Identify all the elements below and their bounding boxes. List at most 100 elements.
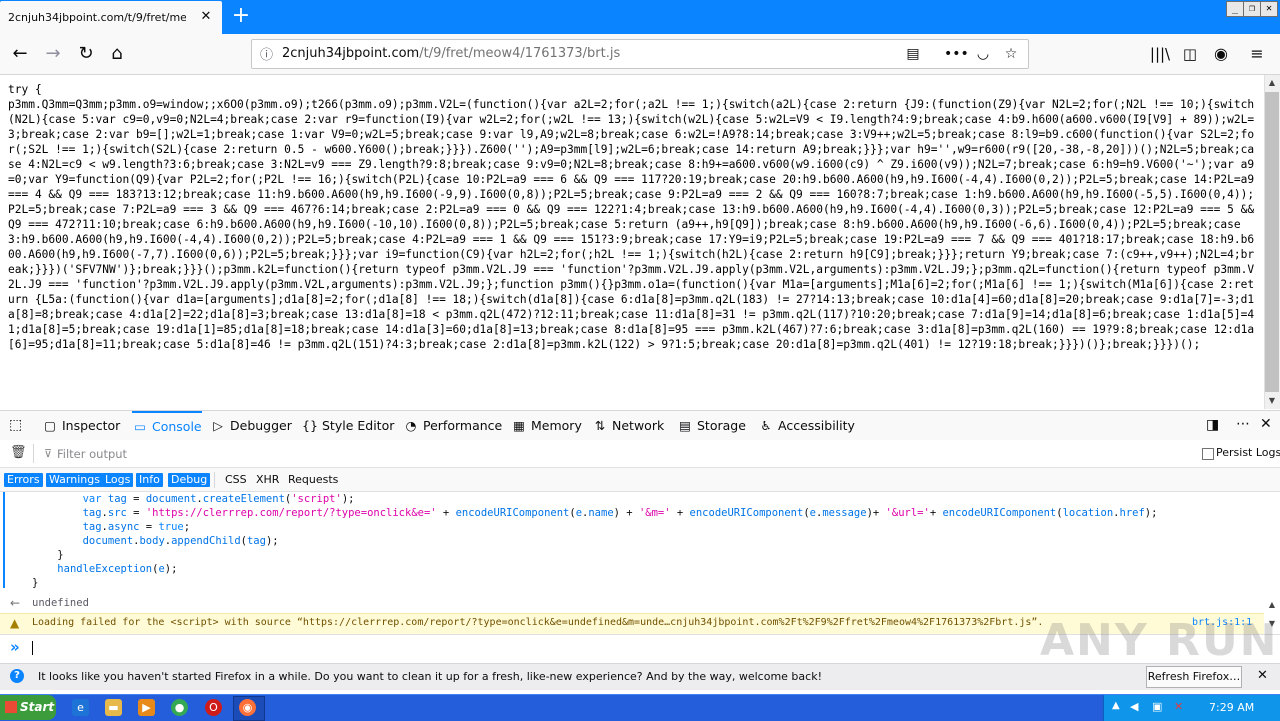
- persist-logs-checkbox[interactable]: [1202, 448, 1214, 460]
- tab-label: Memory: [531, 418, 582, 433]
- notification-close-icon[interactable]: ✕: [1257, 668, 1268, 683]
- tab-style-editor[interactable]: {} Style Editor: [302, 411, 394, 440]
- tab-close-icon[interactable]: ✕: [196, 7, 216, 27]
- devtools-close-icon[interactable]: ✕: [1260, 416, 1272, 432]
- pick-element-icon[interactable]: ⬚: [9, 417, 22, 433]
- url-text[interactable]: 2cnjuh34jbpoint.com/t/9/fret/meow4/17613…: [282, 46, 620, 61]
- account-icon[interactable]: ◉: [1207, 40, 1235, 68]
- ie-icon[interactable]: e: [72, 699, 89, 716]
- filter-icon: ⊽: [44, 447, 53, 460]
- filter-errors-button[interactable]: Errors: [4, 473, 43, 487]
- console-category-row: Errors Warnings Logs Info Debug CSS XHR …: [0, 468, 1280, 492]
- browser-tab[interactable]: 2cnjuh34jbpoint.com/t/9/fret/meow4/1 ✕: [0, 1, 222, 34]
- bookmark-star-icon[interactable]: ☆: [1001, 44, 1021, 64]
- devtools-options-icon[interactable]: ⋯: [1236, 416, 1250, 432]
- scroll-down-icon[interactable]: ▼: [1264, 393, 1280, 409]
- forward-arrow-icon[interactable]: →: [39, 40, 67, 68]
- anyrun-watermark: ANY RUN: [1040, 615, 1279, 666]
- scroll-up-icon[interactable]: ▲: [1264, 75, 1280, 91]
- console-filter-row: 🗑 ⊽ Filter output Persist Logs: [0, 440, 1280, 468]
- trash-icon[interactable]: 🗑: [10, 445, 27, 460]
- window-close-button[interactable]: ✕: [1260, 1, 1278, 17]
- storage-icon: ▤: [679, 418, 691, 433]
- filter-requests-button[interactable]: Requests: [285, 473, 341, 487]
- tab-label: Style Editor: [322, 418, 395, 433]
- sidebar-icon[interactable]: ◫: [1176, 40, 1204, 68]
- console-input-caret[interactable]: [32, 641, 33, 655]
- warning-icon: ▲: [10, 616, 20, 630]
- tab-console[interactable]: ▭ Console: [132, 411, 202, 440]
- divider: [214, 472, 215, 488]
- divider: [33, 444, 34, 463]
- system-tray: ▲ ◀ ▣ ✕ 7:29 AM: [1103, 695, 1280, 721]
- reader-view-icon[interactable]: ▤: [903, 44, 923, 64]
- filter-info-button[interactable]: Info: [136, 473, 163, 487]
- tab-storage[interactable]: ▤ Storage: [677, 411, 746, 440]
- network-tray-icon[interactable]: ▣: [1152, 700, 1162, 713]
- tab-label: Accessibility: [778, 418, 855, 433]
- volume-icon[interactable]: ◀: [1130, 700, 1138, 713]
- filter-warnings-button[interactable]: Warnings: [46, 473, 103, 487]
- site-info-icon[interactable]: ⓘ: [260, 44, 273, 63]
- network-icon: ⇅: [594, 418, 606, 433]
- filter-xhr-button[interactable]: XHR: [253, 473, 282, 487]
- tab-performance[interactable]: ◔ Performance: [403, 411, 503, 440]
- page-scrollbar-thumb[interactable]: [1265, 92, 1279, 392]
- console-icon: ▭: [134, 419, 146, 434]
- console-result-undefined: undefined: [32, 597, 89, 609]
- start-label: Start: [20, 700, 55, 714]
- filter-logs-button[interactable]: Logs: [102, 473, 134, 487]
- windows-taskbar: Start e ▬ ▶ ● O ◉ ▲ ◀ ▣ ✕ 7:29 AM: [0, 694, 1280, 721]
- tab-label: Debugger: [230, 418, 292, 433]
- tab-label: Network: [612, 418, 665, 433]
- pocket-icon[interactable]: ◡: [973, 44, 993, 64]
- tab-title: 2cnjuh34jbpoint.com/t/9/fret/meow4/1: [8, 11, 186, 24]
- library-icon[interactable]: |||\: [1146, 40, 1174, 68]
- url-bar[interactable]: ⓘ 2cnjuh34jbpoint.com/t/9/fret/meow4/176…: [251, 39, 1029, 69]
- reload-icon[interactable]: ↻: [72, 40, 100, 68]
- tray-expand-icon[interactable]: ▲: [1112, 700, 1120, 711]
- back-arrow-icon[interactable]: ←: [6, 40, 34, 68]
- filter-css-button[interactable]: CSS: [222, 473, 250, 487]
- notification-bar: ? It looks like you haven't started Fire…: [0, 663, 1280, 690]
- new-tab-button[interactable]: +: [229, 4, 253, 28]
- page-actions-icon[interactable]: •••: [944, 44, 969, 64]
- maximize-button[interactable]: ❐: [1243, 1, 1261, 17]
- console-output: var tag = document.createElement('script…: [0, 492, 1280, 632]
- home-icon[interactable]: ⌂: [103, 40, 131, 68]
- chrome-icon[interactable]: ●: [171, 699, 188, 716]
- devtools-toolbar: ⬚ ▢ Inspector ▭ Console ▷ Debugger {} Style …: [0, 410, 1280, 441]
- console-code-entry: var tag = document.createElement('script…: [32, 493, 1158, 589]
- minimize-button[interactable]: _: [1226, 1, 1244, 17]
- inspector-icon: ▢: [44, 418, 56, 433]
- script-source-text: try { p3mm.Q3mm=Q3mm;p3mm.o9=window;;x6O…: [8, 83, 1255, 351]
- tab-inspector[interactable]: ▢ Inspector: [42, 411, 120, 440]
- security-alert-icon[interactable]: ✕: [1174, 700, 1183, 713]
- style-editor-icon: {}: [302, 418, 318, 433]
- filter-input[interactable]: Filter output: [57, 447, 127, 461]
- info-icon: ?: [10, 669, 24, 683]
- memory-icon: ▦: [513, 418, 525, 433]
- tab-debugger[interactable]: ▷ Debugger: [210, 411, 292, 440]
- url-host: 2cnjuh34jbpoint.com: [282, 46, 420, 61]
- firefox-icon[interactable]: ◉: [239, 699, 256, 716]
- console-scroll-up-icon[interactable]: ▲: [1264, 597, 1280, 613]
- opera-icon[interactable]: O: [205, 699, 222, 716]
- page-content: try { p3mm.Q3mm=Q3mm;p3mm.o9=window;;x6O…: [0, 75, 1264, 409]
- tab-network[interactable]: ⇅ Network: [592, 411, 664, 440]
- filter-debug-button[interactable]: Debug: [168, 473, 211, 487]
- tab-label: Console: [152, 419, 202, 434]
- dock-side-icon[interactable]: ◨: [1206, 417, 1219, 433]
- accessibility-icon: ♿: [760, 418, 772, 433]
- tab-label: Storage: [697, 418, 746, 433]
- refresh-firefox-button[interactable]: Refresh Firefox…: [1146, 666, 1242, 688]
- tab-accessibility[interactable]: ♿ Accessibility: [758, 411, 855, 440]
- tab-memory[interactable]: ▦ Memory: [511, 411, 582, 440]
- windows-logo-icon: [5, 701, 17, 713]
- console-prompt-icon: »: [10, 638, 20, 656]
- folder-icon[interactable]: ▬: [105, 699, 122, 716]
- media-player-icon[interactable]: ▶: [138, 699, 155, 716]
- start-button[interactable]: Start: [0, 695, 56, 720]
- url-path: /t/9/fret/meow4/1761373/brt.js: [419, 46, 621, 61]
- menu-icon[interactable]: ≡: [1243, 40, 1271, 68]
